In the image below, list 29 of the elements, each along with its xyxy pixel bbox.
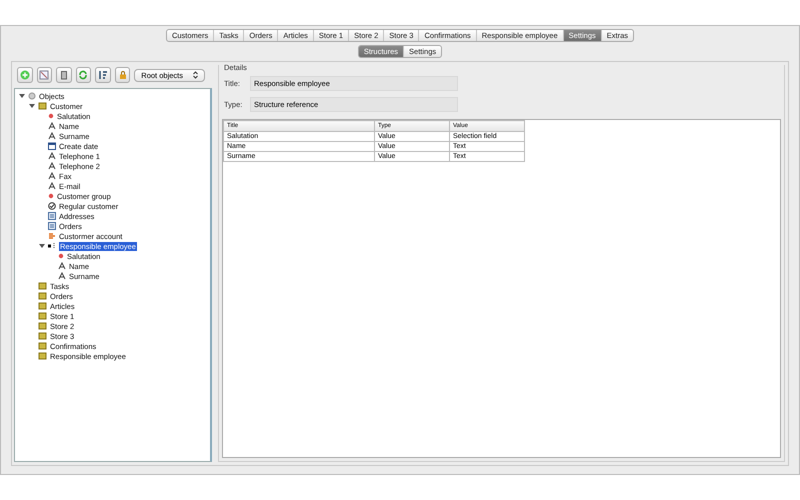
- dot-icon: [58, 253, 64, 259]
- letter-icon: [48, 172, 56, 180]
- letter-icon: [48, 182, 56, 190]
- account-icon: [48, 232, 56, 240]
- letter-icon: [48, 162, 56, 170]
- updown-icon: [193, 71, 198, 79]
- table-icon: [48, 222, 56, 230]
- add-icon: [20, 70, 30, 80]
- lock-icon: [118, 70, 128, 80]
- toolbar-button[interactable]: [114, 67, 130, 83]
- check-icon: [48, 202, 56, 210]
- table-icon: [48, 212, 56, 220]
- refresh-icon: [78, 70, 88, 80]
- reference-icon: [48, 242, 57, 250]
- letter-icon: [48, 132, 56, 140]
- disclosure-icon[interactable]: [39, 243, 45, 249]
- dot-icon: [48, 193, 54, 199]
- disclosure-icon[interactable]: [19, 93, 25, 99]
- toolbar-button[interactable]: [56, 67, 72, 83]
- letter-icon: [58, 262, 66, 270]
- dot-icon: [48, 113, 54, 119]
- letter-icon: [48, 122, 56, 130]
- calendar-icon: [48, 142, 56, 150]
- letter-icon: [58, 272, 66, 280]
- letter-icon: [48, 152, 56, 160]
- toolbar-button[interactable]: [95, 67, 111, 83]
- sort-icon: [98, 70, 108, 80]
- folder-icon: [38, 102, 47, 110]
- disclosure-icon[interactable]: [29, 103, 35, 109]
